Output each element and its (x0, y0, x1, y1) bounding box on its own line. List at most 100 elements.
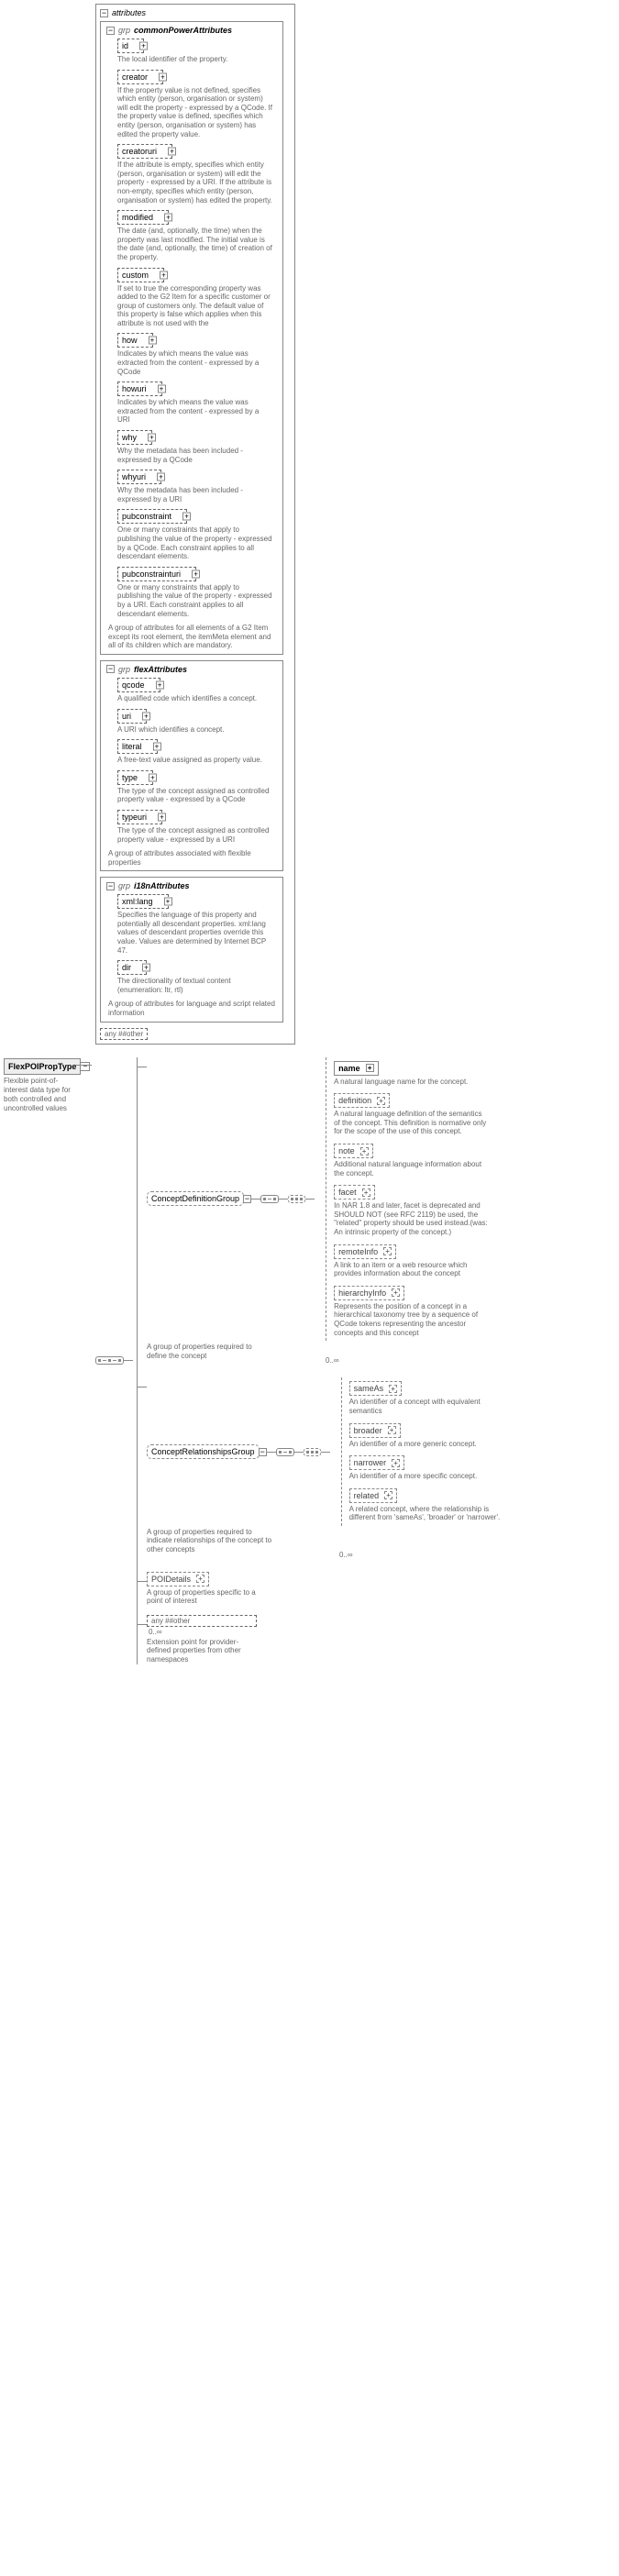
attribute-name[interactable]: typeuri+ (117, 810, 162, 824)
attribute-name[interactable]: modified+ (117, 210, 169, 225)
attribute-item: why+ Why the metadata has been included -… (117, 430, 273, 464)
plus-icon[interactable]: + (148, 434, 156, 442)
plus-icon[interactable]: + (142, 712, 150, 720)
plus-icon[interactable]: + (392, 1288, 400, 1297)
plus-icon[interactable]: + (362, 1188, 370, 1197)
attribute-doc: Indicates by which means the value was e… (117, 349, 273, 376)
plus-icon[interactable]: + (156, 680, 164, 689)
attribute-name[interactable]: xml:lang+ (117, 894, 169, 909)
element-broader[interactable]: broader+ (349, 1423, 401, 1438)
group-concept-definition[interactable]: ConceptDefinitionGroup (147, 1191, 244, 1206)
plus-icon[interactable]: + (196, 1575, 204, 1583)
element-definition[interactable]: definition+ (334, 1093, 390, 1108)
attribute-item: pubconstrainturi+One or many constraints… (117, 567, 273, 618)
attribute-name[interactable]: qcode+ (117, 678, 160, 692)
expand-icon[interactable]: − (81, 1062, 90, 1071)
element-name[interactable]: name+ (334, 1061, 379, 1076)
attribute-name[interactable]: how+ (117, 333, 153, 348)
expand-icon[interactable]: − (243, 1195, 251, 1203)
attribute-doc: A free-text value assigned as property v… (117, 756, 273, 765)
plus-icon[interactable]: + (142, 964, 150, 972)
attribute-doc: If set to true the corresponding propert… (117, 284, 273, 328)
element-doc: An identifier of a more generic concept. (349, 1440, 505, 1449)
plus-icon[interactable]: + (160, 271, 168, 279)
plus-icon[interactable]: + (164, 898, 172, 906)
attribute-name[interactable]: pubconstrainturi+ (117, 567, 196, 581)
plus-icon[interactable]: + (377, 1097, 385, 1105)
element-node: remoteInfo+A link to an item or a web re… (334, 1244, 490, 1278)
attribute-item: xml:lang+Specifies the language of this … (117, 894, 273, 955)
poi-details-node[interactable]: POIDetails + (147, 1572, 209, 1587)
choice-compositor[interactable] (288, 1195, 305, 1203)
element-doc: An identifier of a concept with equivale… (349, 1398, 505, 1415)
sequence-compositor[interactable] (95, 1356, 124, 1365)
plus-icon[interactable]: + (388, 1426, 396, 1434)
attribute-name[interactable]: uri+ (117, 709, 147, 724)
plus-icon[interactable]: + (164, 214, 172, 222)
root-type-node[interactable]: FlexPOIPropType − (4, 1058, 90, 1075)
expand-icon[interactable]: − (259, 1448, 267, 1456)
attribute-name[interactable]: dir+ (117, 960, 147, 975)
group-concept-relationships[interactable]: ConceptRelationshipsGroup (147, 1444, 260, 1459)
plus-icon[interactable]: + (149, 773, 157, 781)
any-other-element: any ##other (147, 1615, 257, 1627)
attribute-name[interactable]: type+ (117, 770, 153, 785)
sequence-compositor[interactable] (260, 1195, 279, 1203)
collapse-icon[interactable]: − (100, 9, 108, 17)
attribute-name[interactable]: howuri+ (117, 381, 162, 396)
attribute-name[interactable]: id+ (117, 39, 144, 53)
plus-icon[interactable]: + (192, 569, 200, 578)
collapse-icon[interactable]: − (106, 27, 115, 35)
attribute-name[interactable]: creatoruri+ (117, 144, 172, 159)
element-remoteInfo[interactable]: remoteInfo+ (334, 1244, 396, 1259)
attribute-name[interactable]: custom+ (117, 268, 164, 282)
attribute-item: how+Indicates by which means the value w… (117, 333, 273, 376)
group-doc: A group of attributes for language and s… (108, 1000, 277, 1017)
plus-icon[interactable]: + (157, 473, 165, 481)
element-doc: An identifier of a more specific concept… (349, 1472, 505, 1481)
collapse-icon[interactable]: − (106, 665, 115, 673)
element-hierarchyInfo[interactable]: hierarchyInfo+ (334, 1286, 404, 1300)
plus-icon[interactable]: + (159, 72, 167, 81)
attribute-item: creatoruri+If the attribute is empty, sp… (117, 144, 273, 205)
element-doc: A natural language definition of the sem… (334, 1110, 490, 1136)
attribute-doc: Why the metadata has been included - exp… (117, 486, 273, 503)
plus-icon[interactable]: + (168, 148, 176, 156)
attribute-item: howuri+Indicates by which means the valu… (117, 381, 273, 425)
plus-icon[interactable]: + (384, 1491, 392, 1499)
sequence-compositor[interactable] (276, 1448, 294, 1456)
attribute-doc: The directionality of textual content (e… (117, 977, 273, 994)
plus-icon[interactable]: + (360, 1147, 369, 1155)
plus-icon[interactable]: + (392, 1459, 400, 1467)
plus-icon[interactable]: + (182, 513, 191, 521)
group-flexAttributes: − grp flexAttributes qcode+A qualified c… (100, 660, 283, 871)
group-i18nAttributes: − grp i18nAttributes xml:lang+Specifies … (100, 877, 283, 1022)
attribute-doc: The type of the concept assigned as cont… (117, 787, 273, 804)
attribute-doc: Why the metadata has been included - exp… (117, 447, 273, 464)
element-doc: Additional natural language information … (334, 1160, 490, 1177)
attribute-item: creator+If the property value is not def… (117, 70, 273, 139)
element-narrower[interactable]: narrower+ (349, 1455, 405, 1470)
plus-icon[interactable]: + (158, 813, 166, 821)
attribute-name[interactable]: whyuri+ (117, 470, 161, 484)
element-facet[interactable]: facet+ (334, 1185, 375, 1200)
plus-icon[interactable]: + (366, 1064, 374, 1072)
attribute-name[interactable]: why+ (117, 430, 152, 445)
element-sameAs[interactable]: sameAs+ (349, 1381, 403, 1396)
attribute-doc: A qualified code which identifies a conc… (117, 694, 273, 703)
plus-icon[interactable]: + (149, 337, 157, 345)
element-note[interactable]: note+ (334, 1144, 373, 1158)
plus-icon[interactable]: + (139, 42, 148, 50)
plus-icon[interactable]: + (389, 1385, 397, 1393)
attribute-name[interactable]: creator+ (117, 70, 163, 84)
element-node: broader+ An identifier of a more generic … (349, 1423, 505, 1449)
attribute-name[interactable]: pubconstraint+ (117, 509, 187, 524)
plus-icon[interactable]: + (158, 385, 166, 393)
attribute-item: pubconstraint+One or many constraints th… (117, 509, 273, 560)
collapse-icon[interactable]: − (106, 882, 115, 890)
attribute-name[interactable]: literal+ (117, 739, 158, 754)
plus-icon[interactable]: + (383, 1247, 392, 1255)
plus-icon[interactable]: + (153, 743, 161, 751)
element-related[interactable]: related+ (349, 1488, 398, 1503)
choice-compositor[interactable] (304, 1448, 321, 1456)
